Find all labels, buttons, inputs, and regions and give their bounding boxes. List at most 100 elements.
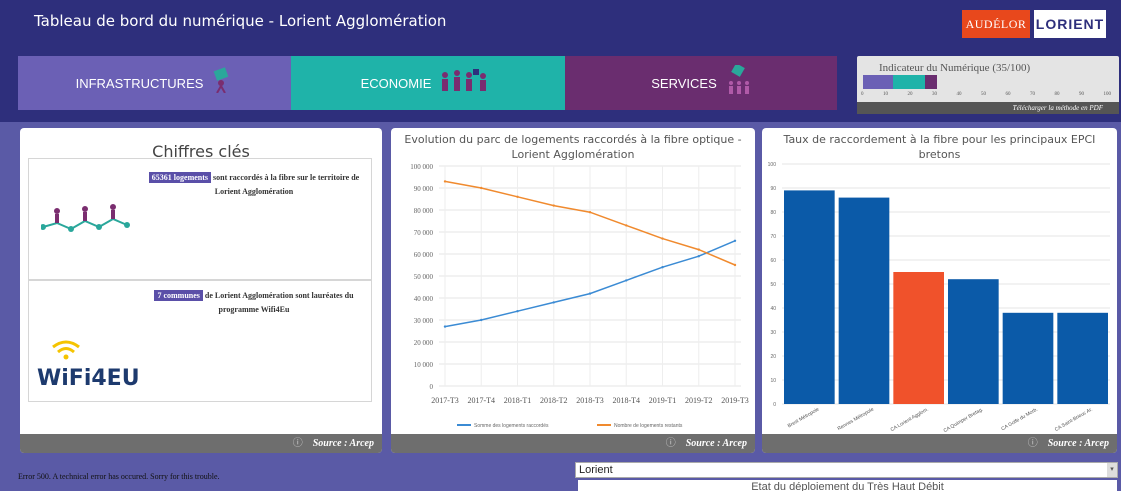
y-tick-label: 50 000 <box>414 273 434 281</box>
y-tick-label: 0 <box>773 402 776 408</box>
data-point <box>661 237 664 240</box>
x-tick-label: 2017-T4 <box>467 396 495 405</box>
chevron-down-icon[interactable]: ▾ <box>1107 463 1117 477</box>
data-point <box>697 255 700 258</box>
key-figures-panel: Chiffres clés 65361 logements sont racco… <box>20 128 382 453</box>
indicator-tick: 40 <box>956 92 962 97</box>
bar-chart: 1009080706050403020100Brest Métropole Ren… <box>768 162 1110 434</box>
y-tick-label: 40 <box>770 306 776 312</box>
y-tick-label: 100 <box>768 162 777 168</box>
data-point <box>588 211 592 214</box>
tab-economie[interactable]: ECONOMIE <box>291 56 565 110</box>
data-point <box>552 204 555 207</box>
source-footer: ⓘ Source : Arcep <box>20 434 382 453</box>
x-tick-label: 2019-T2 <box>685 396 713 405</box>
audelor-logo[interactable]: AUDÉLOR <box>962 10 1030 38</box>
bar <box>838 197 890 404</box>
source-text: Source : Arcep <box>685 438 747 449</box>
y-tick-label: 90 <box>770 186 776 192</box>
wifi4eu-card: 7 communes de Lorient Agglomération sont… <box>28 280 372 402</box>
bar <box>1057 312 1108 404</box>
tab-infrastructures-label: INFRASTRUCTURES <box>75 75 204 91</box>
x-tick-label: 2018-T1 <box>504 396 532 405</box>
data-point <box>733 263 737 267</box>
tab-services[interactable]: SERVICES <box>565 56 837 110</box>
x-tick-label: CA Quimper Bretag. <box>943 407 985 434</box>
epci-rate-panel: Taux de raccordement à la fibre pour les… <box>762 128 1117 453</box>
fiber-evolution-panel: Evolution du parc de logements raccordés… <box>391 128 755 453</box>
x-tick-label: 2017-T3 <box>431 396 459 405</box>
info-icon[interactable]: ⓘ <box>1028 438 1038 449</box>
source-text: Source : Arcep <box>312 438 374 449</box>
y-tick-label: 80 <box>770 210 776 216</box>
wifi4eu-text: WiFi4EU <box>37 366 140 391</box>
indicator-tick: 10 <box>883 92 888 97</box>
x-tick-label: CA Saint-Brieuc Ar. <box>1054 407 1094 433</box>
deployment-panel-title: Etat du déploiement du Très Haut Débit <box>751 481 944 491</box>
indicator-tick: 70 <box>1030 92 1035 97</box>
x-tick-label: 2018-T2 <box>540 396 568 405</box>
data-point <box>443 325 447 328</box>
services-icon <box>725 63 751 101</box>
indicator-segment-1 <box>863 75 893 89</box>
data-point <box>552 301 555 304</box>
bar <box>784 190 835 404</box>
lorient-logo[interactable]: LORIENT <box>1034 10 1106 38</box>
wifi-icon <box>52 340 80 360</box>
deployment-panel: Etat du déploiement du Très Haut Débit <box>578 480 1117 491</box>
indicator-segment-2 <box>893 75 925 89</box>
tab-services-label: SERVICES <box>651 75 717 91</box>
y-tick-label: 60 000 <box>414 251 434 259</box>
y-tick-label: 60 <box>770 258 776 264</box>
territory-select-value: Lorient <box>579 464 613 476</box>
data-point <box>480 186 483 190</box>
indicator-tick: 60 <box>1005 92 1011 97</box>
bar <box>1002 312 1054 404</box>
line-chart: 100 000 90 000 80 000 70 000 60 000 50 000 40 … <box>410 163 749 429</box>
people-icon <box>439 67 495 99</box>
data-point <box>625 224 628 227</box>
territory-select[interactable]: Lorient ▾ <box>575 462 1118 478</box>
legend-label: Nombre de logements restants <box>614 423 683 429</box>
source-footer: ⓘ Source : Arcep <box>762 434 1117 453</box>
tab-economie-label: ECONOMIE <box>360 75 432 91</box>
y-tick-label: 80 000 <box>414 207 434 215</box>
y-tick-label: 30 000 <box>414 317 434 325</box>
numeric-indicator: Indicateur du Numérique (35/100) 0 10 20… <box>857 56 1119 114</box>
wifi4eu-card-desc: de Lorient Agglomération sont lauréates … <box>204 291 354 314</box>
indicator-ticks: 0 10 20 30 40 50 60 70 80 90 100 <box>861 92 1111 97</box>
y-tick-label: 20 <box>770 354 776 360</box>
legend-label: Somme des logements raccordés <box>474 423 549 429</box>
data-point <box>588 292 592 295</box>
y-tick-label: 10 000 <box>414 361 434 369</box>
tab-infrastructures[interactable]: INFRASTRUCTURES <box>18 56 291 110</box>
y-tick-label: 100 000 <box>410 163 433 171</box>
indicator-tick: 100 <box>1103 92 1112 97</box>
y-tick-label: 70 <box>770 234 776 240</box>
communes-count-badge: 7 communes <box>154 290 203 301</box>
x-tick-label: 2018-T4 <box>612 396 640 405</box>
indicator-segment-3 <box>925 75 937 89</box>
download-pdf-link[interactable]: Télécharger la méthode en PDF <box>857 102 1119 114</box>
x-tick-label: Brest Métropole <box>787 406 821 429</box>
indicator-tick: 80 <box>1054 92 1060 97</box>
error-message: Error 500. A technical error has occured… <box>18 472 220 481</box>
indicator-tick: 0 <box>861 92 864 97</box>
data-point <box>516 195 519 198</box>
y-tick-label: 20 000 <box>414 339 434 347</box>
data-point <box>480 318 483 322</box>
wifi4eu-card-text: 7 communes de Lorient Agglomération sont… <box>141 289 367 317</box>
bar <box>948 279 999 404</box>
x-tick-label: CA Lorient Agglom. <box>890 407 930 434</box>
x-tick-label: 2019-T1 <box>649 396 677 405</box>
fiber-card-text: 65361 logements sont raccordés à la fibr… <box>141 171 367 199</box>
indicator-tick: 20 <box>907 92 913 97</box>
fiber-card-desc: sont raccordés à la fibre sur le territo… <box>213 173 360 196</box>
indicator-tick: 50 <box>981 92 986 97</box>
y-tick-label: 90 000 <box>414 185 434 193</box>
info-icon[interactable]: ⓘ <box>293 438 303 449</box>
indicator-tick: 30 <box>932 92 937 97</box>
info-icon[interactable]: ⓘ <box>666 438 676 449</box>
data-point <box>697 248 700 251</box>
network-people-icon <box>41 204 130 232</box>
